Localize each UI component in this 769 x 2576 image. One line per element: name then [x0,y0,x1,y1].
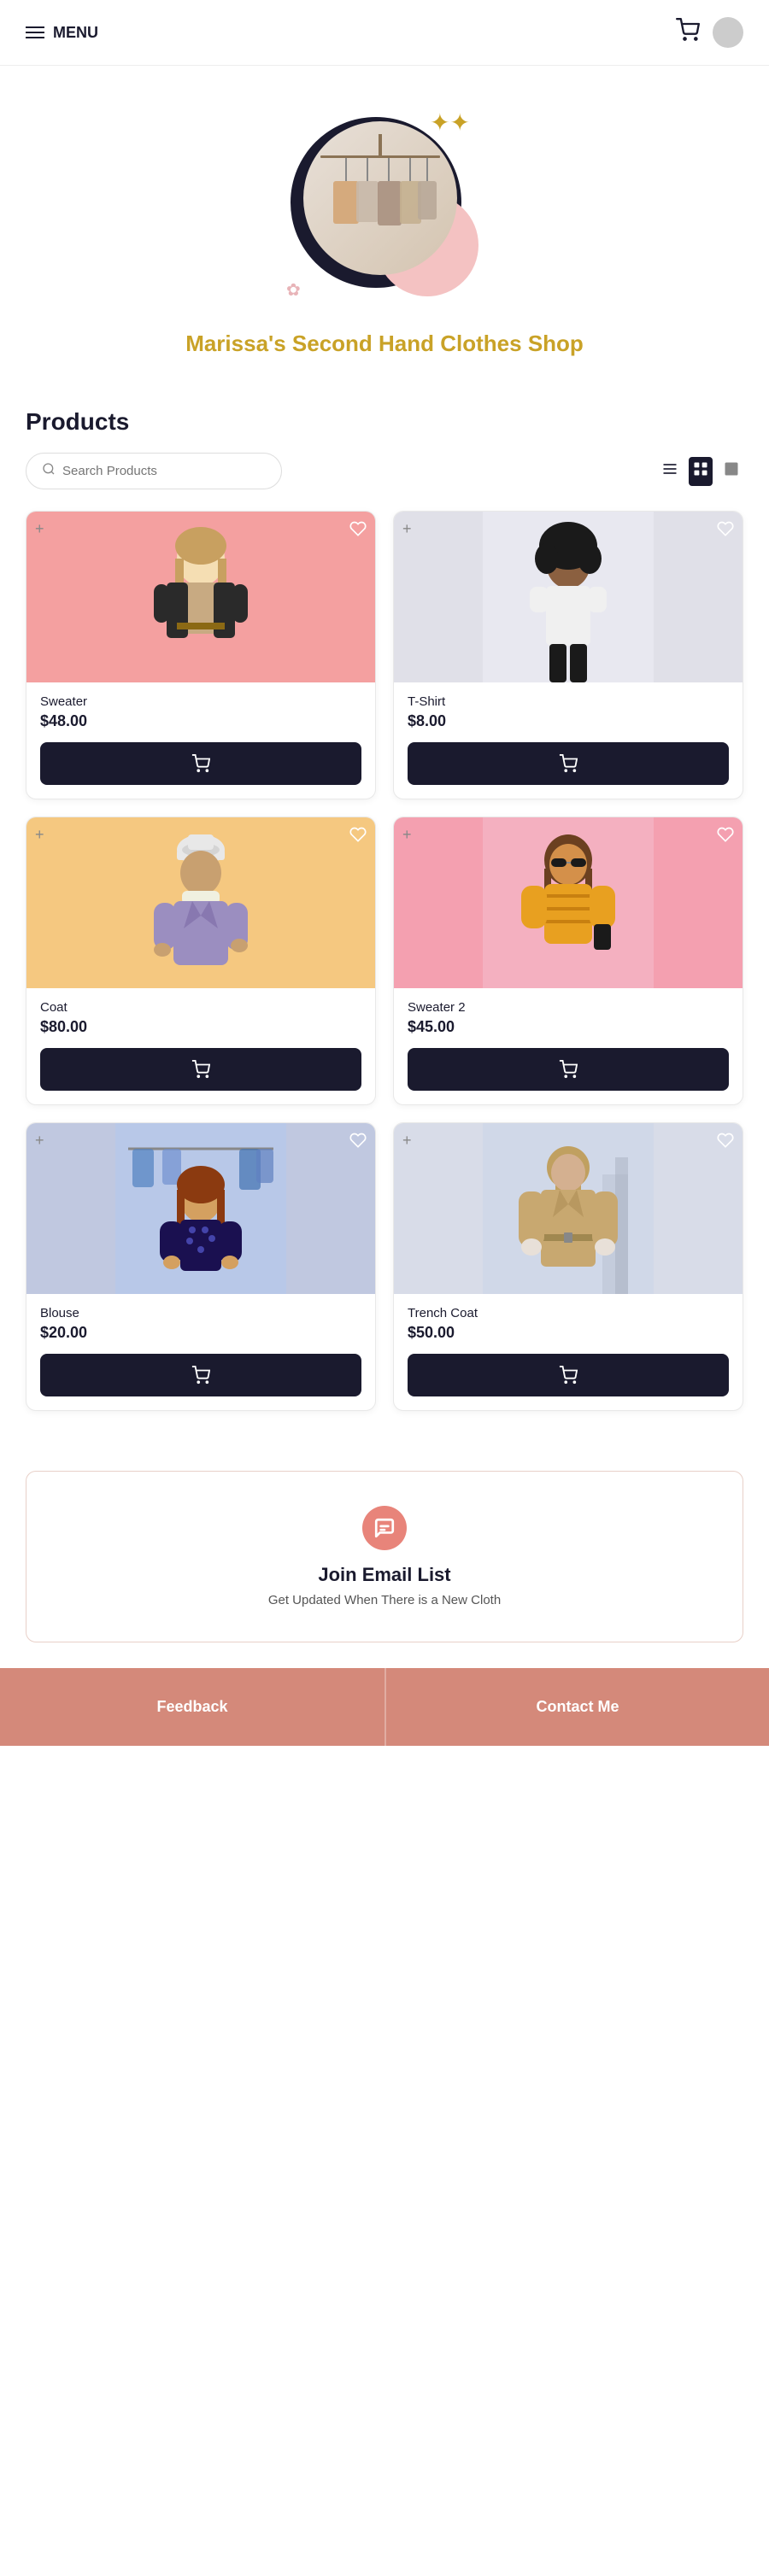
product-person-image [394,1123,743,1294]
product-price: $20.00 [40,1324,361,1342]
product-card: + Trench Coat $50.00 [393,1122,743,1411]
star-decoration: ✦✦ [430,108,470,137]
product-image-area: + [394,1123,743,1294]
search-icon [42,462,56,480]
favorite-button[interactable] [349,826,367,848]
hero-title: Marissa's Second Hand Clothes Shop [185,331,584,357]
product-person-image [26,817,375,988]
header: MENU [0,0,769,66]
product-name: Blouse [40,1306,361,1320]
email-subtitle: Get Updated When There is a New Cloth [268,1593,501,1607]
product-info: Blouse $20.00 [26,1294,375,1410]
product-person-image [26,512,375,682]
contact-button[interactable]: Contact Me [384,1668,769,1746]
favorite-button[interactable] [349,1132,367,1154]
product-card: + Blouse $20.00 [26,1122,376,1411]
product-name: T-Shirt [408,694,729,709]
add-to-cart-button[interactable] [408,1048,729,1091]
products-grid: + Sweater $48.00 [26,511,743,1411]
product-plus-icon: + [35,826,44,844]
product-price: $80.00 [40,1018,361,1036]
product-card: + T-Shirt $8.00 [393,511,743,799]
hero-section: ✦✦ ✿ Marissa's Second Hand Clothes Shop [0,66,769,374]
product-price: $48.00 [40,712,361,730]
product-image-area: + [26,817,375,988]
product-price: $50.00 [408,1324,729,1342]
menu-label: MENU [53,24,98,42]
product-image-area: + [394,817,743,988]
products-section: Products [0,374,769,1437]
product-plus-icon: + [35,1132,44,1150]
list-view-button[interactable] [658,457,682,486]
add-to-cart-button[interactable] [40,1048,361,1091]
product-info: Sweater 2 $45.00 [394,988,743,1104]
chat-icon [362,1506,407,1550]
view-toggle [658,457,743,486]
search-container [26,453,282,489]
product-person-image [26,1123,375,1294]
feedback-button[interactable]: Feedback [0,1668,384,1746]
product-plus-icon: + [402,520,412,538]
add-to-cart-button[interactable] [40,1354,361,1396]
profile-button[interactable] [713,17,743,48]
product-name: Coat [40,1000,361,1015]
product-image-area: + [26,1123,375,1294]
favorite-button[interactable] [717,520,734,542]
product-info: Coat $80.00 [26,988,375,1104]
flower-decoration: ✿ [286,279,301,301]
email-title: Join Email List [318,1564,450,1586]
grid-view-button[interactable] [689,457,713,486]
product-image-area: + [26,512,375,682]
add-to-cart-button[interactable] [408,742,729,785]
favorite-button[interactable] [717,826,734,848]
product-name: Sweater [40,694,361,709]
product-card: + Coat $80.00 [26,817,376,1105]
menu-button[interactable]: MENU [26,24,98,42]
large-view-button[interactable] [719,457,743,486]
products-toolbar [26,453,743,489]
product-info: Sweater $48.00 [26,682,375,799]
search-input[interactable] [62,464,266,478]
hero-image: ✦✦ ✿ [282,100,487,305]
product-card: + Sweater 2 $45.00 [393,817,743,1105]
add-to-cart-button[interactable] [40,742,361,785]
hamburger-icon [26,26,44,38]
product-name: Sweater 2 [408,1000,729,1015]
favorite-button[interactable] [717,1132,734,1154]
product-image-area: + [394,512,743,682]
product-plus-icon: + [35,520,44,538]
product-price: $8.00 [408,712,729,730]
header-icons [676,17,743,48]
favorite-button[interactable] [349,520,367,542]
product-plus-icon: + [402,1132,412,1150]
product-info: Trench Coat $50.00 [394,1294,743,1410]
hero-photo [303,121,457,275]
product-name: Trench Coat [408,1306,729,1320]
product-price: $45.00 [408,1018,729,1036]
product-person-image [394,512,743,682]
product-card: + Sweater $48.00 [26,511,376,799]
add-to-cart-button[interactable] [408,1354,729,1396]
products-heading: Products [26,408,743,436]
product-plus-icon: + [402,826,412,844]
footer-buttons: Feedback Contact Me [0,1668,769,1746]
cart-button[interactable] [676,18,700,48]
product-info: T-Shirt $8.00 [394,682,743,799]
email-section: Join Email List Get Updated When There i… [26,1471,743,1642]
product-person-image [394,817,743,988]
